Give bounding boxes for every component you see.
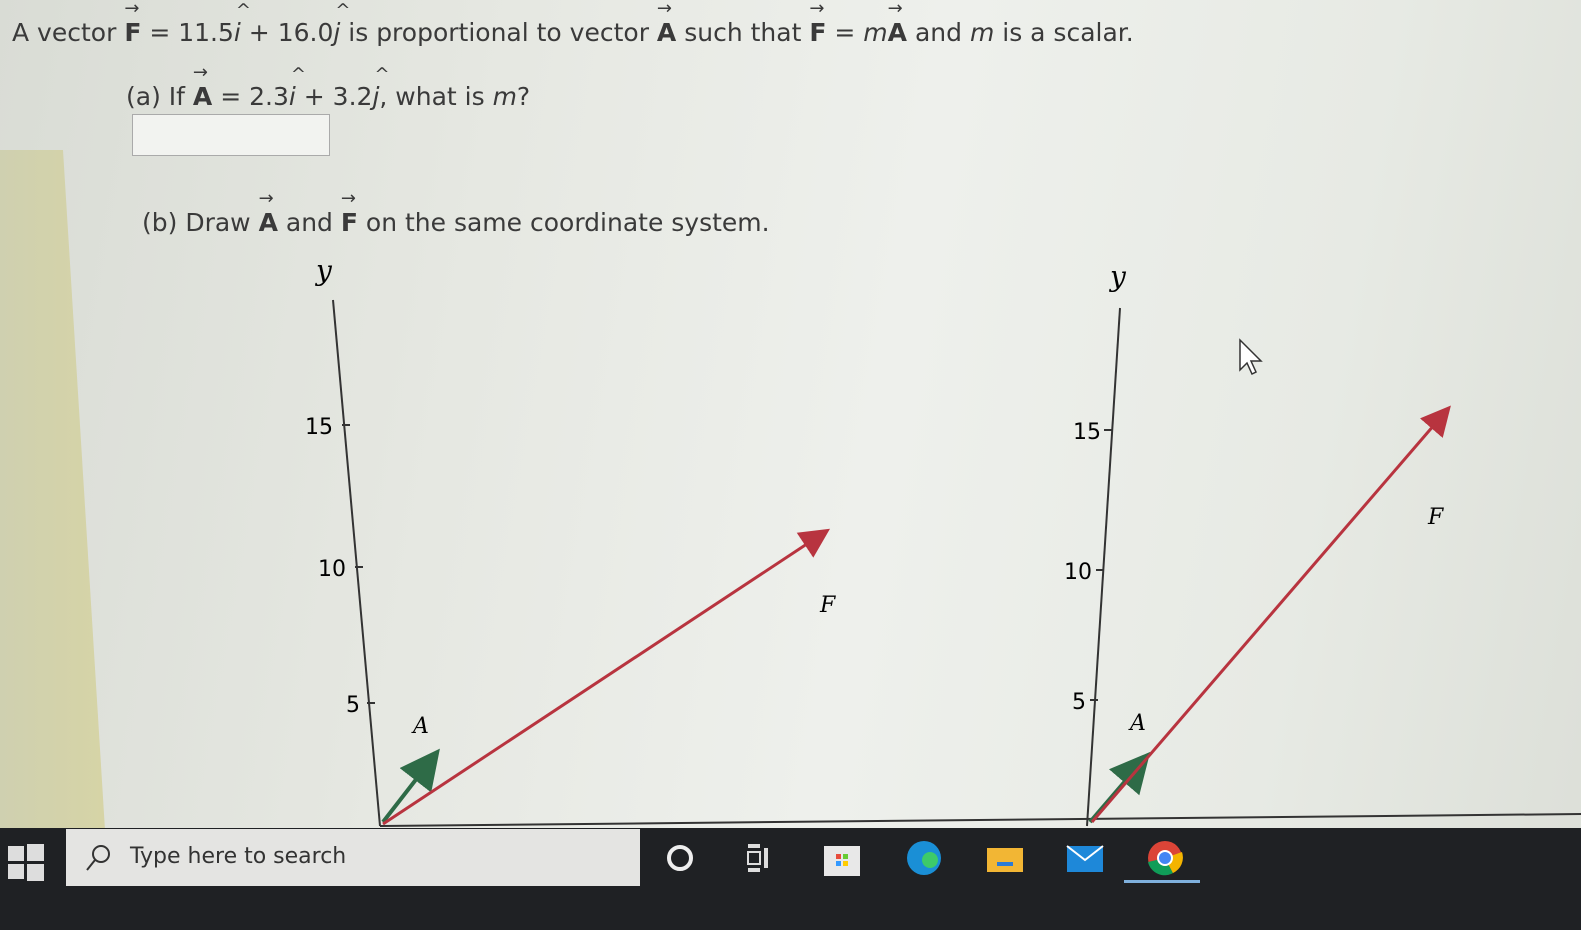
vector-A-label: A [411, 714, 429, 739]
graph-option-1[interactable]: y 15 10 5 A F [305, 254, 1581, 827]
mail-icon[interactable] [1065, 838, 1105, 878]
vector-F-label: F [1427, 505, 1444, 530]
taskbar-search-box[interactable]: Type here to search [66, 829, 640, 886]
file-explorer-icon[interactable] [985, 838, 1025, 878]
tick-label: 15 [305, 415, 333, 440]
vector-A-arrow [1088, 751, 1151, 824]
vector-A-label: A [1128, 711, 1146, 736]
mouse-cursor-icon [1239, 338, 1263, 376]
y-axis-label: y [314, 254, 333, 287]
vector-A-arrow [381, 748, 440, 824]
chrome-icon[interactable] [1145, 838, 1185, 878]
graph-option-2[interactable]: y 15 10 5 A F [1064, 260, 1451, 827]
tick-label: 10 [1064, 560, 1092, 585]
y-axis-label: y [1108, 260, 1127, 293]
x-axis [379, 813, 1581, 827]
tick-label: 15 [1073, 420, 1101, 445]
task-view-icon[interactable] [740, 838, 780, 878]
search-icon [86, 845, 110, 871]
tick-label: 5 [1072, 690, 1086, 715]
vector-F-arrow [1090, 405, 1451, 823]
search-placeholder: Type here to search [130, 844, 347, 869]
vector-F-label: F [819, 593, 836, 618]
cortana-icon[interactable] [660, 838, 700, 878]
windows-start-icon[interactable] [6, 842, 46, 882]
microsoft-store-icon[interactable] [822, 838, 862, 878]
vector-F-arrow [382, 528, 831, 826]
active-app-indicator [1124, 880, 1200, 883]
tick-label: 10 [318, 557, 346, 582]
edge-icon[interactable] [904, 838, 944, 878]
vector-diagrams: y 15 10 5 A F y 15 10 5 A F [305, 254, 1581, 827]
tick-label: 5 [346, 693, 360, 718]
